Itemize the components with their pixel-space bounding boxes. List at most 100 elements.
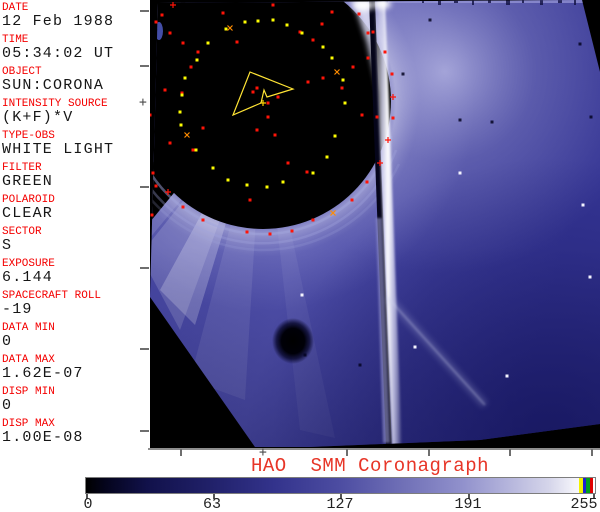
left-axis-tick — [140, 186, 149, 188]
coronagraph-viewer: DATE 12 Feb 1988 TIME 05:34:02 UT OBJECT SUN:… — [0, 0, 600, 512]
red-fiducial-dot — [391, 116, 395, 120]
dark-speck — [458, 118, 462, 122]
red-fiducial-dot — [181, 41, 185, 45]
red-fiducial-dot — [255, 128, 259, 132]
star-speck — [581, 203, 585, 207]
red-fiducial-dot — [357, 12, 361, 16]
red-fiducial-dot — [321, 76, 325, 80]
left-axis-tick — [140, 267, 149, 269]
metadata-field: INTENSITY SOURCE (K+F)*V — [2, 98, 150, 126]
field-label: DISP MIN — [2, 386, 55, 398]
red-fiducial-dot — [360, 113, 364, 117]
red-fiducial-dot — [245, 230, 249, 234]
metadata-field: DISP MAX 1.00E-08 — [2, 418, 150, 445]
red-fiducial-dot — [366, 31, 370, 35]
red-fiducial-dot — [268, 232, 272, 236]
metadata-field: SECTOR S — [2, 226, 150, 254]
yellow-fiducial-dot — [211, 166, 215, 170]
star-speck — [300, 293, 304, 297]
yellow-fiducial-dot — [180, 93, 184, 97]
image-axis-line — [148, 448, 600, 450]
field-value: 0 — [2, 397, 13, 414]
yellow-fiducial-dot — [179, 123, 183, 127]
red-fiducial-dot — [366, 56, 370, 60]
red-fiducial-dot — [151, 171, 155, 175]
field-label: SECTOR — [2, 226, 42, 238]
metadata-field: TYPE-OBS WHITE LIGHT — [2, 130, 150, 157]
top-edge-mark — [558, 0, 562, 3]
red-fiducial-dot — [168, 31, 172, 35]
field-value: CLEAR — [2, 205, 54, 222]
field-value: 12 Feb 1988 — [2, 13, 115, 30]
metadata-field: EXPOSURE 6.144 — [2, 258, 150, 285]
colorbar-tick-label: 127 — [326, 496, 354, 512]
colorbar-annotation-stripe — [589, 478, 593, 493]
corona-field — [150, 0, 600, 447]
left-axis-tick — [140, 10, 149, 12]
red-fiducial-dot — [271, 3, 275, 7]
yellow-fiducial-dot — [245, 183, 249, 187]
red-fiducial-dot — [351, 65, 355, 69]
field-value: -19 — [2, 301, 33, 318]
red-fiducial-dot — [160, 13, 164, 17]
red-fiducial-dot — [390, 72, 394, 76]
metadata-field: DATA MIN 0 — [2, 322, 150, 349]
red-fiducial-dot — [154, 20, 158, 24]
yellow-fiducial-dot — [330, 56, 334, 60]
red-fiducial-dot — [276, 95, 280, 99]
yellow-fiducial-dot — [321, 45, 325, 49]
red-fiducial-dot — [286, 161, 290, 165]
red-fiducial-dot — [221, 11, 225, 15]
red-fiducial-dot — [248, 198, 252, 202]
metadata-field: POLAROID CLEAR — [2, 194, 150, 222]
coronagraph-image[interactable] — [150, 0, 600, 448]
red-fiducial-dot — [251, 90, 255, 94]
metadata-sidebar: DATE 12 Feb 1988 TIME 05:34:02 UT OBJECT SUN:… — [0, 0, 150, 456]
dark-speck — [589, 115, 593, 119]
red-fiducial-dot — [201, 126, 205, 130]
red-fiducial-dot — [266, 101, 270, 105]
top-edge-mark — [522, 0, 524, 3]
red-fiducial-dot — [365, 180, 369, 184]
colorbar-tick-label: 0 — [83, 496, 93, 512]
field-value: 1.62E-07 — [2, 365, 84, 382]
dark-speck — [578, 42, 582, 46]
field-value: SUN:CORONA — [2, 77, 105, 94]
red-fiducial-dot — [311, 218, 315, 222]
field-value: (K+F)*V — [2, 109, 74, 126]
red-fiducial-dot — [371, 30, 375, 34]
top-edge-mark — [540, 0, 543, 5]
yellow-fiducial-dot — [178, 110, 182, 114]
red-fiducial-dot — [305, 170, 309, 174]
yellow-fiducial-dot — [224, 27, 228, 31]
left-axis-tick — [140, 348, 149, 350]
left-axis-tick — [140, 430, 149, 432]
field-value: GREEN — [2, 173, 54, 190]
red-fiducial-dot — [273, 133, 277, 137]
yellow-fiducial-dot — [256, 19, 260, 23]
yellow-fiducial-dot — [243, 20, 247, 24]
top-edge-mark — [574, 0, 576, 5]
red-fiducial-dot — [150, 213, 154, 217]
dark-speck — [428, 18, 432, 22]
yellow-fiducial-dot — [300, 31, 304, 35]
field-value: S — [2, 237, 13, 254]
coronagraph-image-area[interactable] — [150, 0, 600, 448]
yellow-fiducial-dot — [226, 178, 230, 182]
yellow-fiducial-dot — [341, 78, 345, 82]
red-fiducial-dot — [168, 141, 172, 145]
red-fiducial-dot — [311, 38, 315, 42]
dark-speck — [303, 353, 307, 357]
image-title: HAO SMM Coronagraph — [250, 455, 490, 477]
red-fiducial-dot — [181, 205, 185, 209]
red-fiducial-dot — [196, 50, 200, 54]
star-speck — [458, 171, 462, 175]
metadata-field: TIME 05:34:02 UT — [2, 34, 150, 62]
field-label: DATA MIN — [2, 322, 55, 334]
field-value: 05:34:02 UT — [2, 45, 115, 62]
red-fiducial-dot — [290, 229, 294, 233]
metadata-field: OBJECT SUN:CORONA — [2, 66, 150, 94]
red-fiducial-dot — [163, 88, 167, 92]
colorbar-tick-label: 191 — [454, 496, 482, 512]
dark-speck — [490, 120, 494, 124]
